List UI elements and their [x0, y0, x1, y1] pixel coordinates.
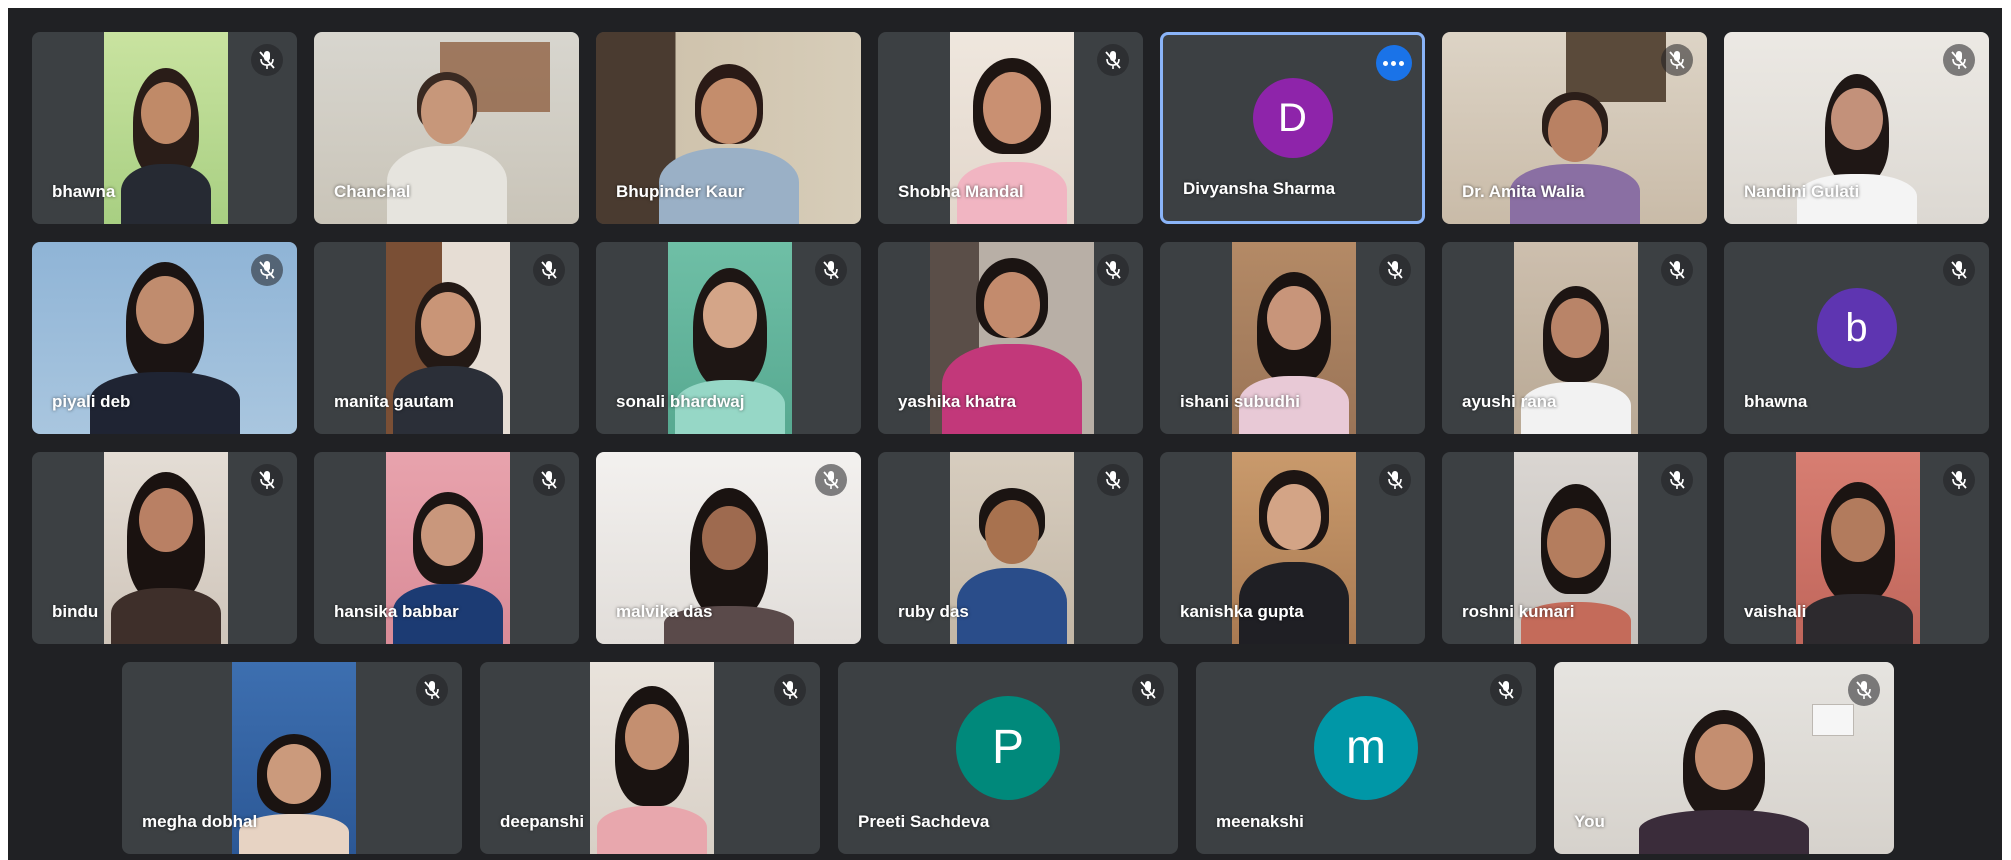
meeting-screen: bhawna Chanchal Bhupinder Kaur Shobha Ma…	[0, 0, 2011, 860]
mic-off-icon	[1943, 464, 1975, 496]
participant-video	[104, 32, 228, 224]
mic-off-icon	[1097, 44, 1129, 76]
participant-tile[interactable]: deepanshi	[480, 662, 820, 854]
participant-tile[interactable]: b bhawna	[1724, 242, 1989, 434]
participant-tile[interactable]: Nandini Gulati	[1724, 32, 1989, 224]
mic-off-icon	[1379, 464, 1411, 496]
participant-tile-active[interactable]: D Divyansha Sharma	[1160, 32, 1425, 224]
more-options-icon[interactable]	[1376, 45, 1412, 81]
avatar: m	[1314, 696, 1418, 800]
participant-tile[interactable]: P Preeti Sachdeva	[838, 662, 1178, 854]
avatar: b	[1816, 288, 1897, 368]
participant-name: bhawna	[1744, 392, 1808, 411]
participant-name: deepanshi	[500, 812, 585, 831]
mic-off-icon	[1097, 254, 1129, 286]
participant-name: roshni kumari	[1462, 602, 1575, 621]
participant-tile[interactable]: Shobha Mandal	[878, 32, 1143, 224]
mic-off-icon	[1661, 254, 1693, 286]
avatar: D	[1252, 78, 1333, 158]
mic-off-icon	[1848, 674, 1880, 706]
mic-off-icon	[1097, 464, 1129, 496]
participant-tile[interactable]: ayushi rana	[1442, 242, 1707, 434]
participant-tile[interactable]: sonali bhardwaj	[596, 242, 861, 434]
mic-off-icon	[774, 674, 806, 706]
mic-off-icon	[815, 254, 847, 286]
participant-tile[interactable]: kanishka gupta	[1160, 452, 1425, 644]
participant-video	[1796, 452, 1920, 644]
participant-tile[interactable]: hansika babbar	[314, 452, 579, 644]
participant-name: piyali deb	[52, 392, 131, 411]
mic-off-icon	[533, 254, 565, 286]
participant-name: yashika khatra	[898, 392, 1017, 411]
mic-off-icon	[1943, 44, 1975, 76]
participant-video	[104, 452, 228, 644]
mic-off-icon	[416, 674, 448, 706]
participant-grid: bhawna Chanchal Bhupinder Kaur Shobha Ma…	[8, 8, 2002, 860]
participant-tile[interactable]: roshni kumari	[1442, 452, 1707, 644]
participant-name: You	[1574, 812, 1605, 831]
participant-name: Shobha Mandal	[898, 182, 1024, 201]
participant-tile[interactable]: m meenakshi	[1196, 662, 1536, 854]
mic-off-icon	[251, 464, 283, 496]
participant-name: Preeti Sachdeva	[858, 812, 990, 831]
participant-name: manita gautam	[334, 392, 454, 411]
participant-tile[interactable]: Bhupinder Kaur	[596, 32, 861, 224]
participant-name: kanishka gupta	[1180, 602, 1304, 621]
participant-tile[interactable]: ruby das	[878, 452, 1143, 644]
mic-off-icon	[251, 44, 283, 76]
participant-tile[interactable]: yashika khatra	[878, 242, 1143, 434]
participant-name: vaishali	[1744, 602, 1807, 621]
mic-off-icon	[1661, 464, 1693, 496]
participant-name: ayushi rana	[1462, 392, 1557, 411]
participant-name: bhawna	[52, 182, 116, 201]
participant-name: bindu	[52, 602, 99, 621]
mic-off-icon	[1379, 254, 1411, 286]
participant-tile[interactable]: manita gautam	[314, 242, 579, 434]
participant-tile[interactable]: Chanchal	[314, 32, 579, 224]
participant-tile[interactable]: bindu	[32, 452, 297, 644]
participant-name: Dr. Amita Walia	[1462, 182, 1585, 201]
mic-off-icon	[1661, 44, 1693, 76]
participant-video	[1554, 662, 1894, 854]
participant-tile[interactable]: malvika das	[596, 452, 861, 644]
mic-off-icon	[1490, 674, 1522, 706]
participant-tile[interactable]: vaishali	[1724, 452, 1989, 644]
participant-name: Divyansha Sharma	[1183, 179, 1336, 198]
participant-name: Chanchal	[334, 182, 411, 201]
participant-name: ishani subudhi	[1180, 392, 1300, 411]
participant-name: sonali bhardwaj	[616, 392, 745, 411]
participant-name: malvika das	[616, 602, 713, 621]
participant-tile[interactable]: bhawna	[32, 32, 297, 224]
participant-name: ruby das	[898, 602, 969, 621]
participant-name: megha dobhal	[142, 812, 258, 831]
mic-off-icon	[815, 464, 847, 496]
mic-off-icon	[1132, 674, 1164, 706]
participant-name: Nandini Gulati	[1744, 182, 1860, 201]
participant-name: meenakshi	[1216, 812, 1304, 831]
participant-video	[590, 662, 714, 854]
participant-tile[interactable]: megha dobhal	[122, 662, 462, 854]
participant-tile[interactable]: ishani subudhi	[1160, 242, 1425, 434]
participant-tile[interactable]: Dr. Amita Walia	[1442, 32, 1707, 224]
participant-tile[interactable]: piyali deb	[32, 242, 297, 434]
mic-off-icon	[251, 254, 283, 286]
self-view-tile[interactable]: You	[1554, 662, 1894, 854]
mic-off-icon	[1943, 254, 1975, 286]
participant-name: hansika babbar	[334, 602, 459, 621]
participant-name: Bhupinder Kaur	[616, 182, 745, 201]
avatar: P	[956, 696, 1060, 800]
mic-off-icon	[533, 464, 565, 496]
